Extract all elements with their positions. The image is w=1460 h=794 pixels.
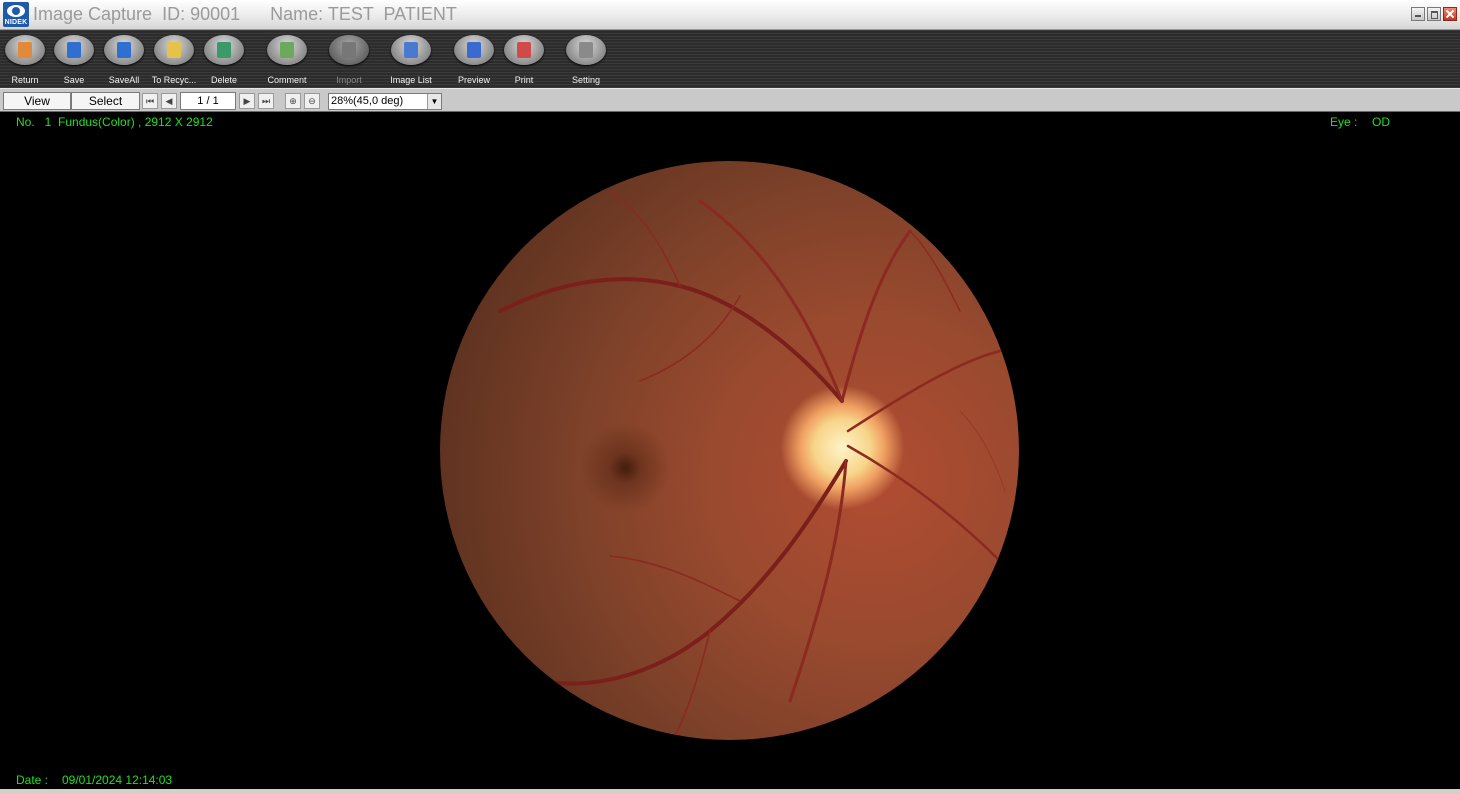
toolbar: Return Save SaveAll To Recyc... Delete C…: [0, 30, 1460, 88]
date-label: Date :: [16, 773, 49, 787]
eye-value: OD: [1372, 115, 1390, 129]
save-all-icon: [117, 42, 131, 58]
window-controls: [1411, 7, 1457, 21]
zoom-in-icon[interactable]: ⊕: [285, 93, 301, 109]
delete-button[interactable]: Delete: [197, 33, 251, 87]
setting-button[interactable]: Setting: [559, 33, 613, 87]
import-label: Import: [336, 75, 362, 85]
image-info: No. 1 Fundus(Color) , 2912 X 2912: [16, 115, 213, 129]
fundus-image[interactable]: [440, 161, 1019, 740]
previous-page-icon[interactable]: ◀: [161, 93, 177, 109]
to-recycle-button[interactable]: To Recyc...: [147, 33, 201, 87]
preview-button[interactable]: Preview: [447, 33, 501, 87]
date-value: 09/01/2024 12:14:03: [62, 773, 173, 787]
minimize-icon[interactable]: [1411, 7, 1425, 21]
save-disk-icon: [67, 42, 81, 58]
image-viewer[interactable]: No. 1 Fundus(Color) , 2912 X 2912 Eye : …: [2, 112, 1458, 789]
save-all-label: SaveAll: [108, 75, 140, 85]
save-label: Save: [63, 75, 85, 85]
print-label: Print: [514, 75, 534, 85]
page-indicator[interactable]: 1 / 1: [180, 92, 236, 110]
close-icon[interactable]: [1443, 7, 1457, 21]
preview-magnifier-icon: [467, 42, 481, 58]
zoom-value: 28%(45,0 deg): [331, 95, 404, 107]
title-bar: NIDEK Image Capture ID: 90001 Name: TEST…: [0, 0, 1460, 30]
print-button[interactable]: Print: [497, 33, 551, 87]
tab-view[interactable]: View: [3, 92, 71, 110]
tab-select[interactable]: Select: [71, 92, 140, 110]
zoom-select[interactable]: 28%(45,0 deg) ▼: [328, 93, 442, 110]
last-page-icon[interactable]: ⏭: [258, 93, 274, 109]
comment-label: Comment: [267, 75, 307, 85]
return-label: Return: [11, 75, 39, 85]
next-page-icon[interactable]: ▶: [239, 93, 255, 109]
image-list-label: Image List: [390, 75, 432, 85]
folder-icon: [167, 42, 181, 58]
return-icon: [18, 42, 32, 58]
window-title: Image Capture ID: 90001 Name: TEST PATIE…: [33, 4, 457, 24]
delete-label: Delete: [210, 75, 237, 85]
comment-button[interactable]: Comment: [260, 33, 314, 87]
retinal-vessels: [498, 190, 1006, 737]
return-button[interactable]: Return: [0, 33, 52, 87]
preview-label: Preview: [457, 75, 490, 85]
comment-icon: [280, 42, 294, 58]
nidek-logo-icon: NIDEK: [3, 2, 29, 27]
printer-icon: [517, 42, 531, 58]
settings-icon: [579, 42, 593, 58]
save-button[interactable]: Save: [47, 33, 101, 87]
first-page-icon[interactable]: ⏮: [142, 93, 158, 109]
logo-text: NIDEK: [4, 19, 28, 26]
recycle-bin-icon: [217, 42, 231, 58]
zoom-out-icon[interactable]: ⊖: [304, 93, 320, 109]
eye-label: Eye :: [1330, 115, 1358, 129]
chevron-down-icon[interactable]: ▼: [427, 94, 441, 109]
image-list-button[interactable]: Image List: [384, 33, 438, 87]
to-recycle-label: To Recyc...: [151, 75, 197, 85]
save-all-button[interactable]: SaveAll: [97, 33, 151, 87]
navigation-bar: View Select ⏮ ◀ 1 / 1 ▶ ⏭ ⊕ ⊖ 28%(45,0 d…: [0, 88, 1460, 112]
status-strip: [0, 789, 1460, 794]
maximize-icon[interactable]: [1427, 7, 1441, 21]
import-button[interactable]: Import: [322, 33, 376, 87]
image-list-icon: [404, 42, 418, 58]
setting-label: Setting: [571, 75, 601, 85]
import-icon: [342, 42, 356, 58]
